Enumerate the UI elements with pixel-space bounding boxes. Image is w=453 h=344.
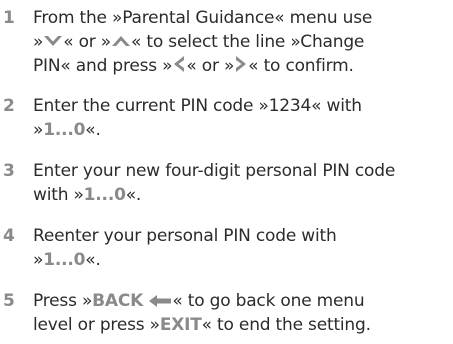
left-arrow-icon xyxy=(172,55,186,73)
key-label: EXIT xyxy=(159,315,202,335)
step-text-part: with » xyxy=(33,185,84,205)
step-number: 2 xyxy=(3,96,15,116)
step-text-part: « to end the setting. xyxy=(201,315,371,335)
step-text-part: «. xyxy=(85,120,101,140)
step-text-part: « to go back one menu xyxy=(172,291,365,311)
step-text-part: » xyxy=(33,32,44,52)
step-text: Press »BACK « to go back one menu level … xyxy=(33,289,449,337)
step-4: 4 Reenter your personal PIN code with »1… xyxy=(0,224,449,272)
step-text-part: «. xyxy=(85,250,101,270)
step-text-part: « or » xyxy=(186,56,235,76)
step-line: with »1...0«. xyxy=(33,183,449,207)
step-text-part: «. xyxy=(125,185,142,205)
step-text-part: « or » xyxy=(63,32,112,52)
down-arrow-icon xyxy=(43,33,63,49)
step-3: 3 Enter your new four-digit personal PIN… xyxy=(0,159,449,207)
step-2: 2 Enter the current PIN code »1234« with… xyxy=(0,94,449,142)
step-line: PIN« and press » « or » « to confirm. xyxy=(33,54,449,78)
step-text: Reenter your personal PIN code with »1..… xyxy=(33,224,449,272)
step-5: 5 Press »BACK « to go back one menu leve… xyxy=(0,289,449,337)
step-number: 1 xyxy=(3,8,15,28)
step-text-part: From the »Parental Guidance« menu use xyxy=(33,8,373,28)
step-line: »1...0«. xyxy=(33,118,449,142)
step-text-part: PIN« and press » xyxy=(33,56,173,76)
step-line: Reenter your personal PIN code with xyxy=(33,224,449,248)
step-line: Press »BACK « to go back one menu xyxy=(33,289,449,313)
step-line: Enter your new four-digit personal PIN c… xyxy=(33,159,449,183)
key-label: BACK xyxy=(92,291,144,311)
step-text-part: » xyxy=(33,120,44,140)
step-number: 3 xyxy=(3,161,15,181)
instruction-page: 1 From the »Parental Guidance« menu use … xyxy=(0,0,453,344)
key-label: 1...0 xyxy=(83,185,126,205)
step-number: 4 xyxy=(3,226,15,246)
step-text: Enter the current PIN code »1234« with »… xyxy=(33,94,449,142)
step-text-part: level or press » xyxy=(33,315,160,335)
step-text: Enter your new four-digit personal PIN c… xyxy=(33,159,449,207)
step-line: »1...0«. xyxy=(33,248,449,272)
back-arrow-icon xyxy=(148,294,172,308)
key-label: 1...0 xyxy=(43,250,86,270)
step-line: » « or » « to select the line »Change xyxy=(33,30,449,54)
step-line: Enter the current PIN code »1234« with xyxy=(33,94,449,118)
step-1: 1 From the »Parental Guidance« menu use … xyxy=(0,6,449,78)
step-text-part: Enter the current PIN code »1234« with xyxy=(33,96,362,116)
step-text-part: Press » xyxy=(33,291,93,311)
step-line: From the »Parental Guidance« menu use xyxy=(33,6,449,30)
right-arrow-icon xyxy=(234,55,248,73)
step-text: From the »Parental Guidance« menu use » «… xyxy=(33,6,449,78)
step-number: 5 xyxy=(3,291,15,311)
step-text-part: Reenter your personal PIN code with xyxy=(33,226,337,246)
step-text-part: Enter your new four-digit personal PIN c… xyxy=(33,161,396,181)
step-text-part: » xyxy=(33,250,44,270)
step-line: level or press »EXIT« to end the setting… xyxy=(33,313,449,337)
step-text-part: « to select the line »Change xyxy=(131,32,365,52)
key-label: 1...0 xyxy=(43,120,86,140)
step-text-part: « to confirm. xyxy=(248,56,354,76)
up-arrow-icon xyxy=(111,33,131,49)
